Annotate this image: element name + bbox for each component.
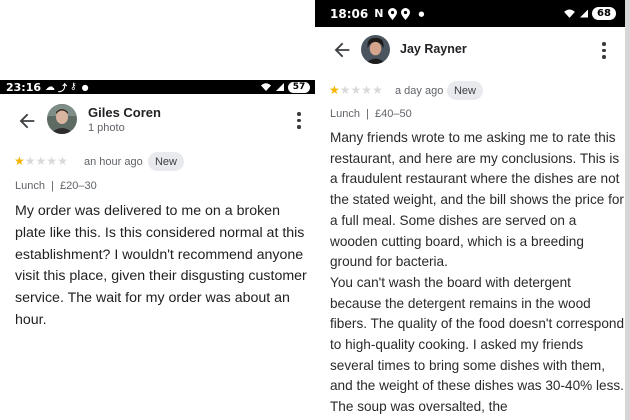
- key-icon: ⚷: [70, 82, 77, 92]
- reviewer-photo-count: 1 photo: [88, 122, 125, 134]
- wifi-icon: [564, 9, 575, 18]
- reviewer-name[interactable]: Giles Coren: [88, 105, 161, 120]
- star-icon: ★: [46, 154, 58, 168]
- review-time: an hour ago: [84, 156, 143, 168]
- scrollbar[interactable]: [625, 0, 630, 420]
- battery-indicator: 68: [592, 7, 616, 20]
- back-arrow-icon[interactable]: [16, 110, 38, 132]
- left-review-screen: 23:16 ☁ ⤴ ⚷ ● 57 Giles Coren 1 photo ★ ★…: [0, 80, 316, 420]
- avatar[interactable]: [361, 35, 390, 64]
- review-meta: Lunch | £20–30: [15, 180, 97, 192]
- dot-icon: ●: [81, 82, 89, 92]
- wifi-icon: [261, 83, 271, 91]
- star-icon: ★: [372, 83, 383, 97]
- location-icon: [388, 7, 398, 20]
- star-icon: ★: [350, 83, 362, 97]
- cloud-icon: ☁: [45, 81, 56, 93]
- star-icon: ★: [14, 154, 25, 168]
- star-icon: ★: [24, 154, 36, 168]
- reviewer-name[interactable]: Jay Rayner: [400, 42, 467, 56]
- status-bar: 18:06 N ● 68: [315, 0, 630, 27]
- review-meta: Lunch | £40–50: [330, 108, 412, 120]
- star-icon: ★: [329, 83, 340, 97]
- more-options-icon[interactable]: [297, 112, 301, 129]
- trending-icon: ⤴: [58, 83, 68, 94]
- star-icon: ★: [57, 154, 68, 168]
- review-text: Many friends wrote to me asking me to ra…: [330, 130, 625, 415]
- new-badge: New: [447, 81, 483, 100]
- star-rating: ★ ★ ★ ★ ★: [329, 83, 383, 97]
- star-icon: ★: [35, 154, 47, 168]
- back-arrow-icon[interactable]: [331, 39, 353, 61]
- review-text: My order was delivered to me on a broken…: [15, 203, 307, 328]
- star-rating: ★ ★ ★ ★ ★: [14, 154, 68, 168]
- more-options-icon[interactable]: [602, 42, 606, 59]
- n-icon: N: [374, 7, 384, 20]
- status-bar: 23:16 ☁ ⤴ ⚷ ● 57: [0, 80, 316, 94]
- new-badge: New: [148, 152, 184, 171]
- status-time: 23:16: [6, 80, 42, 94]
- battery-indicator: 57: [288, 81, 310, 93]
- review-time: a day ago: [395, 85, 444, 97]
- right-review-screen: 18:06 N ● 68 Jay Rayner ★ ★ ★ ★ ★ a day …: [315, 0, 630, 420]
- avatar[interactable]: [47, 104, 77, 134]
- star-icon: ★: [339, 83, 351, 97]
- dot-icon: ●: [418, 9, 425, 18]
- signal-icon: [276, 83, 284, 91]
- star-icon: ★: [361, 83, 373, 97]
- location-icon: [401, 7, 411, 20]
- status-time: 18:06: [330, 6, 369, 21]
- signal-icon: [580, 9, 588, 18]
